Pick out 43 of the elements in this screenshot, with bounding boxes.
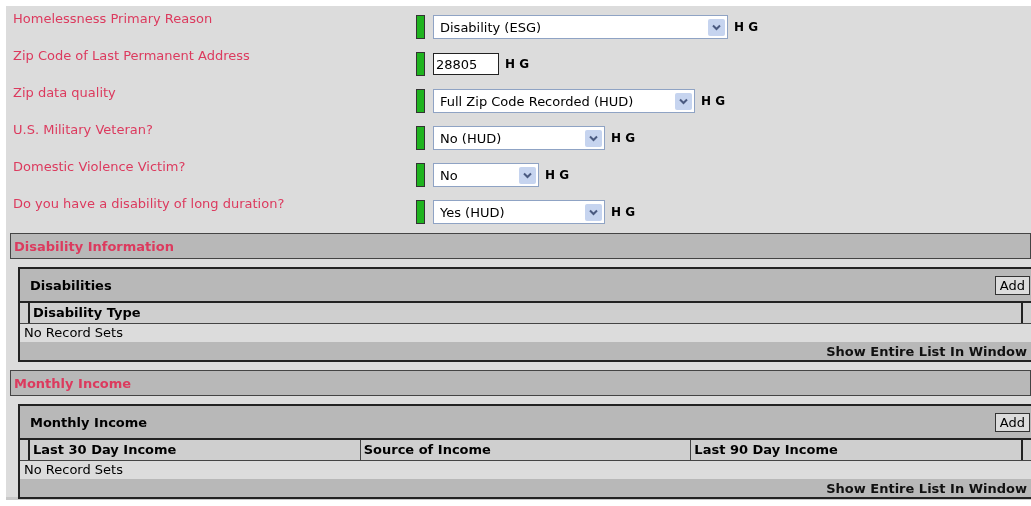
field-flags: H G — [545, 168, 570, 182]
column-header: Last 90 Day Income — [693, 441, 839, 459]
empty-message: No Record Sets — [24, 325, 123, 340]
dropdown[interactable]: No — [433, 163, 539, 187]
show-list-link[interactable]: Show Entire List In Window — [826, 480, 1027, 496]
section-title: Monthly Income — [14, 375, 132, 391]
panel-title: Disabilities — [30, 277, 112, 293]
dropdown[interactable]: Yes (HUD) — [433, 200, 605, 224]
field-flags: H G — [734, 20, 759, 34]
empty-message: No Record Sets — [24, 462, 123, 477]
column-header: Last 30 Day Income — [30, 440, 361, 460]
dropdown[interactable]: Full Zip Code Recorded (HUD) — [433, 89, 695, 113]
required-indicator-icon — [416, 163, 425, 187]
field-label: U.S. Military Veteran? — [12, 122, 154, 137]
field-flags: H G — [611, 205, 636, 219]
field-flags: H G — [505, 57, 530, 71]
dropdown[interactable]: No (HUD) — [433, 126, 605, 150]
add-button[interactable]: Add — [994, 412, 1030, 432]
required-indicator-icon — [416, 15, 425, 39]
caret-icon — [585, 203, 602, 221]
field-label: Homelessness Primary Reason — [12, 11, 214, 26]
dropdown[interactable]: Disability (ESG) — [433, 15, 728, 39]
show-list-link[interactable]: Show Entire List In Window — [826, 343, 1027, 359]
field-label: Do you have a disability of long duration? — [12, 196, 286, 211]
required-indicator-icon — [416, 52, 425, 76]
caret-icon — [519, 166, 536, 184]
caret-icon — [675, 92, 692, 110]
field-label: Zip data quality — [12, 85, 117, 100]
column-header: Disability Type — [32, 304, 142, 322]
field-label: Domestic Violence Victim? — [12, 159, 187, 174]
caret-icon — [708, 18, 725, 36]
required-indicator-icon — [416, 89, 425, 113]
required-indicator-icon — [416, 200, 425, 224]
column-header: Source of Income — [360, 440, 692, 460]
section-title: Disability Information — [14, 238, 174, 254]
panel-title: Monthly Income — [30, 414, 148, 430]
input-field[interactable]: 28805 — [433, 53, 499, 75]
caret-icon — [585, 129, 602, 147]
required-indicator-icon — [416, 126, 425, 150]
add-button[interactable]: Add — [994, 275, 1030, 295]
field-flags: H G — [701, 94, 726, 108]
field-flags: H G — [611, 131, 636, 145]
field-label: Zip Code of Last Permanent Address — [12, 48, 251, 63]
